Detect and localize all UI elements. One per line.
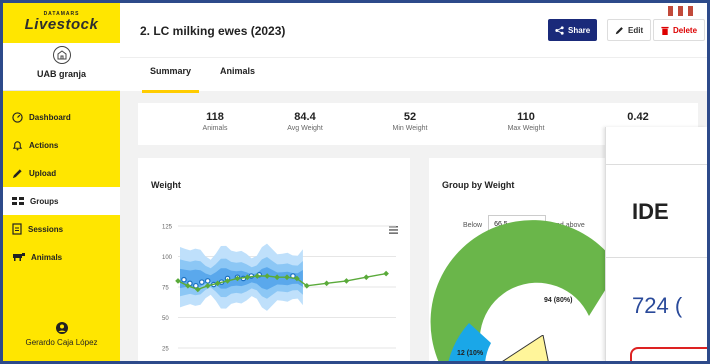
stat-value: 0.42 xyxy=(627,111,649,123)
stat-value: 84.4 xyxy=(294,111,316,123)
group-by-weight-card: Group by Weight Below 66,5 and above 94 … xyxy=(429,158,629,361)
sidebar-nav: Dashboard Actions Upload Groups Sessions… xyxy=(3,103,120,271)
delete-button[interactable]: Delete xyxy=(653,19,706,41)
groups-icon xyxy=(12,197,24,205)
farm-name: UAB granja xyxy=(36,69,86,79)
slice-label-large: 94 (80%) xyxy=(544,297,572,304)
overlay-divider xyxy=(606,164,707,165)
weight-card: Weight 25 50 75 100 125 xyxy=(138,158,410,361)
delete-label: Delete xyxy=(673,25,698,35)
donut-chart: 94 (80%) 12 (10% xyxy=(430,220,619,361)
farm-icon xyxy=(52,46,71,64)
document-icon xyxy=(12,223,22,235)
sheep-icon xyxy=(13,253,25,261)
weight-chart: 25 50 75 100 125 xyxy=(162,225,396,353)
stat-value: 110 xyxy=(517,111,535,123)
share-label: Share xyxy=(568,25,591,35)
stat-min-weight: 52 Min Weight xyxy=(365,111,455,132)
sidebar-item-upload[interactable]: Upload xyxy=(3,159,120,187)
page-header: 2. LC milking ewes (2023) Share Edit Del… xyxy=(120,3,707,57)
app-window: DATAMARS Livestock UAB granja Dashboard … xyxy=(3,3,707,361)
stat-avg-weight: 84.4 Avg Weight xyxy=(260,111,350,132)
y-tick-label: 25 xyxy=(162,347,169,353)
sidebar-item-label: Dashboard xyxy=(29,112,71,122)
sidebar-item-sessions[interactable]: Sessions xyxy=(3,215,120,243)
sidebar-item-label: Upload xyxy=(29,168,57,178)
user-icon xyxy=(55,322,68,334)
bell-icon xyxy=(12,140,23,151)
y-tick-label: 50 xyxy=(162,316,169,322)
dashboard-icon xyxy=(12,111,23,123)
overlay-panel: IDE 724 ( xyxy=(605,127,707,361)
weight-point xyxy=(204,278,211,284)
weight-point xyxy=(181,276,187,283)
weight-point xyxy=(198,279,205,285)
overlay-highlight-box xyxy=(630,347,707,361)
series-marker xyxy=(175,278,181,284)
overlay-ide-text: IDE xyxy=(632,199,669,224)
trash-icon xyxy=(661,26,669,35)
farm-selector[interactable]: UAB granja xyxy=(3,43,120,91)
series-marker xyxy=(343,278,350,284)
brand-name: Livestock xyxy=(24,16,99,33)
decorative-pins xyxy=(663,3,693,21)
sidebar-item-groups[interactable]: Groups xyxy=(3,187,120,215)
edit-label: Edit xyxy=(628,25,644,35)
tab-bar: Summary Animals xyxy=(120,57,707,93)
slice-label-small: 12 (10% xyxy=(457,350,484,357)
pointer-arrow-icon xyxy=(502,335,549,361)
brand-logo[interactable]: DATAMARS Livestock xyxy=(3,3,120,43)
share-icon xyxy=(555,25,564,35)
stat-animals: 118 Animals xyxy=(170,111,260,132)
stat-label: Avg Weight xyxy=(287,125,323,132)
stat-max-weight: 110 Max Weight xyxy=(481,111,571,132)
stat-value: 118 xyxy=(206,111,224,123)
stat-label: Min Weight xyxy=(392,125,428,132)
share-button[interactable]: Share xyxy=(548,19,598,41)
overlay-number: 724 ( xyxy=(632,293,683,318)
user-profile[interactable]: Gerardo Caja López xyxy=(3,322,120,347)
sidebar-item-label: Groups xyxy=(30,196,59,206)
sidebar: DATAMARS Livestock UAB granja Dashboard … xyxy=(3,3,120,361)
y-tick-label: 100 xyxy=(162,255,173,261)
y-tick-label: 75 xyxy=(162,286,169,292)
series-marker xyxy=(323,280,330,287)
sidebar-item-animals[interactable]: Animals xyxy=(3,243,120,271)
sidebar-item-actions[interactable]: Actions xyxy=(3,131,120,159)
stat-extra: 0.42 xyxy=(593,111,683,125)
series-marker xyxy=(363,274,370,281)
tab-animals[interactable]: Animals xyxy=(220,66,255,76)
sidebar-item-label: Actions xyxy=(29,140,59,150)
sidebar-item-dashboard[interactable]: Dashboard xyxy=(3,103,120,131)
edit-button[interactable]: Edit xyxy=(607,19,652,41)
stat-label: Animals xyxy=(202,125,228,132)
sidebar-item-label: Animals xyxy=(31,252,63,262)
tab-summary[interactable]: Summary xyxy=(141,66,200,93)
page-title: 2. LC milking ewes (2023) xyxy=(140,24,286,38)
stat-label: Max Weight xyxy=(507,125,545,132)
user-name: Gerardo Caja López xyxy=(25,338,98,347)
overlay-divider xyxy=(606,257,707,258)
y-tick-label: 125 xyxy=(162,225,173,231)
stat-value: 52 xyxy=(403,111,417,123)
series-marker xyxy=(383,270,389,277)
pencil-icon xyxy=(12,168,22,178)
sidebar-item-label: Sessions xyxy=(28,224,64,234)
pencil-icon xyxy=(615,26,623,34)
